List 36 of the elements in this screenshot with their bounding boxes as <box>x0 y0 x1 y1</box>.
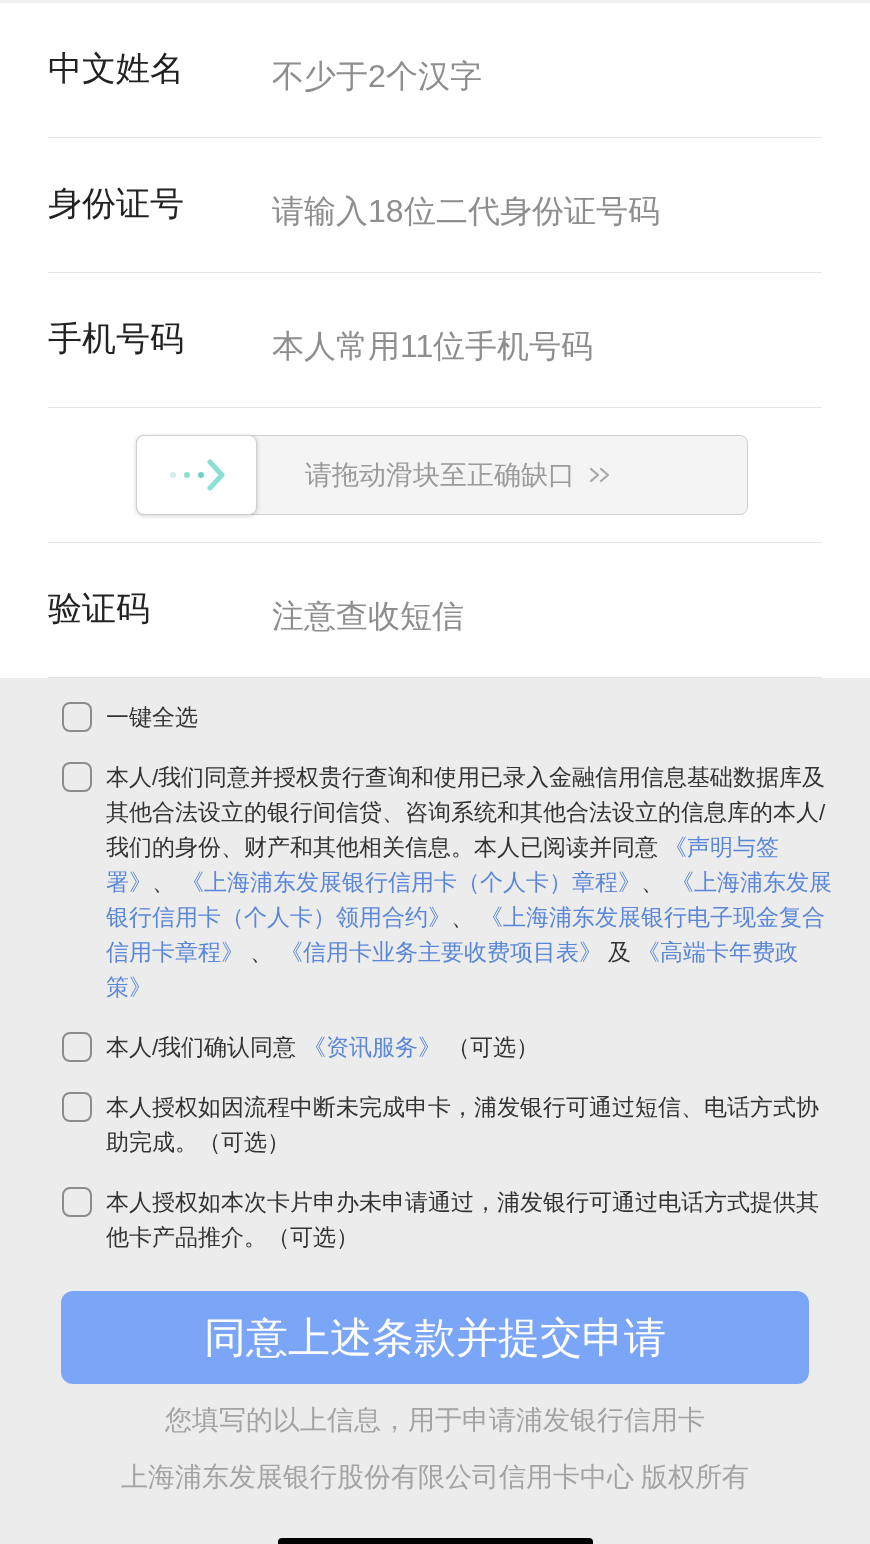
consent-text: 本人/我们确认同意 《资讯服务》 （可选） <box>106 1034 539 1062</box>
agreement-link[interactable]: 《声明与签 <box>664 835 780 860</box>
agreement-link[interactable]: 《信用卡业务主要收费项目表》 <box>279 940 602 965</box>
footer-text: 上海浦东发展银行股份有限公司信用卡中心 版权所有 <box>120 1461 750 1494</box>
checkbox[interactable] <box>62 1187 92 1217</box>
field-label: 中文姓名 <box>48 47 185 89</box>
agreement-link[interactable]: 《上海浦东发展银行电子现金复合 <box>480 905 826 930</box>
checkbox[interactable] <box>62 762 92 792</box>
agreement-link[interactable]: 《高端卡年费政 <box>637 940 799 965</box>
field-label: 验证码 <box>48 587 151 629</box>
consent-text: 一键全选 <box>106 704 198 732</box>
checkbox[interactable] <box>62 1092 92 1122</box>
input-field[interactable]: 注意查收短信 <box>272 560 822 660</box>
checkbox[interactable] <box>62 702 92 732</box>
agreement-link[interactable]: 银行信用卡（个人卡）领用合约》 <box>106 905 451 930</box>
agreement-link[interactable]: 《资讯服务》 <box>302 1035 441 1060</box>
input-field[interactable]: 不少于2个汉字 <box>272 20 822 120</box>
agreement-link[interactable]: 《上海浦东发展银行信用卡（个人卡）章程》 <box>181 870 642 895</box>
agreement-link[interactable]: 信用卡章程》 <box>106 940 244 965</box>
input-field[interactable]: 请输入18位二代身份证号码 <box>272 155 822 255</box>
agreement-link[interactable]: 署》 <box>106 870 152 895</box>
field-label: 手机号码 <box>48 317 185 359</box>
double-chevron-icon <box>589 467 611 483</box>
consent-text: 本人授权如因流程中断未完成申卡，浦发银行可通过短信、电话方式协 助完成。（可选） <box>106 1094 819 1157</box>
slider-handle[interactable] <box>136 435 257 515</box>
input-field[interactable]: 本人常用11位手机号码 <box>272 290 822 390</box>
footer-text: 您填写的以上信息，用于申请浦发银行信用卡 <box>165 1404 705 1437</box>
submit-button[interactable]: 同意上述条款并提交申请 <box>61 1291 809 1384</box>
consent-text: 本人授权如本次卡片申办未申请通过，浦发银行可通过电话方式提供其 他卡产品推介。（可选） <box>106 1189 819 1252</box>
consent-text: 本人/我们同意并授权贵行查询和使用已录入金融信用信息基础数据库及 其他合法设立的银行间信贷、咨询系统和其他合法设立的信息库的本人/ 我们的身份、财产和其他相关信息。本人已阅读并同意 《声明与签 署》、 《上海浦东发展银行信用卡（个人卡）章程》、 《上海浦东发展 银行信用卡（个人卡）领用合约》、 《上海浦东发展银行电子现金复合 信用卡章程》 、 《信用卡业务主要收费项目表》 及 《高端卡年费政 策》 <box>106 764 832 1002</box>
field-label: 身份证号 <box>48 182 185 224</box>
dotted-arrow-icon <box>168 459 225 491</box>
agreement-link[interactable]: 策》 <box>106 975 152 1000</box>
agreement-link[interactable]: 《上海浦东发展 <box>670 870 832 895</box>
checkbox[interactable] <box>62 1032 92 1062</box>
slider-hint: 请拖动滑块至正确缺口 <box>305 458 575 492</box>
